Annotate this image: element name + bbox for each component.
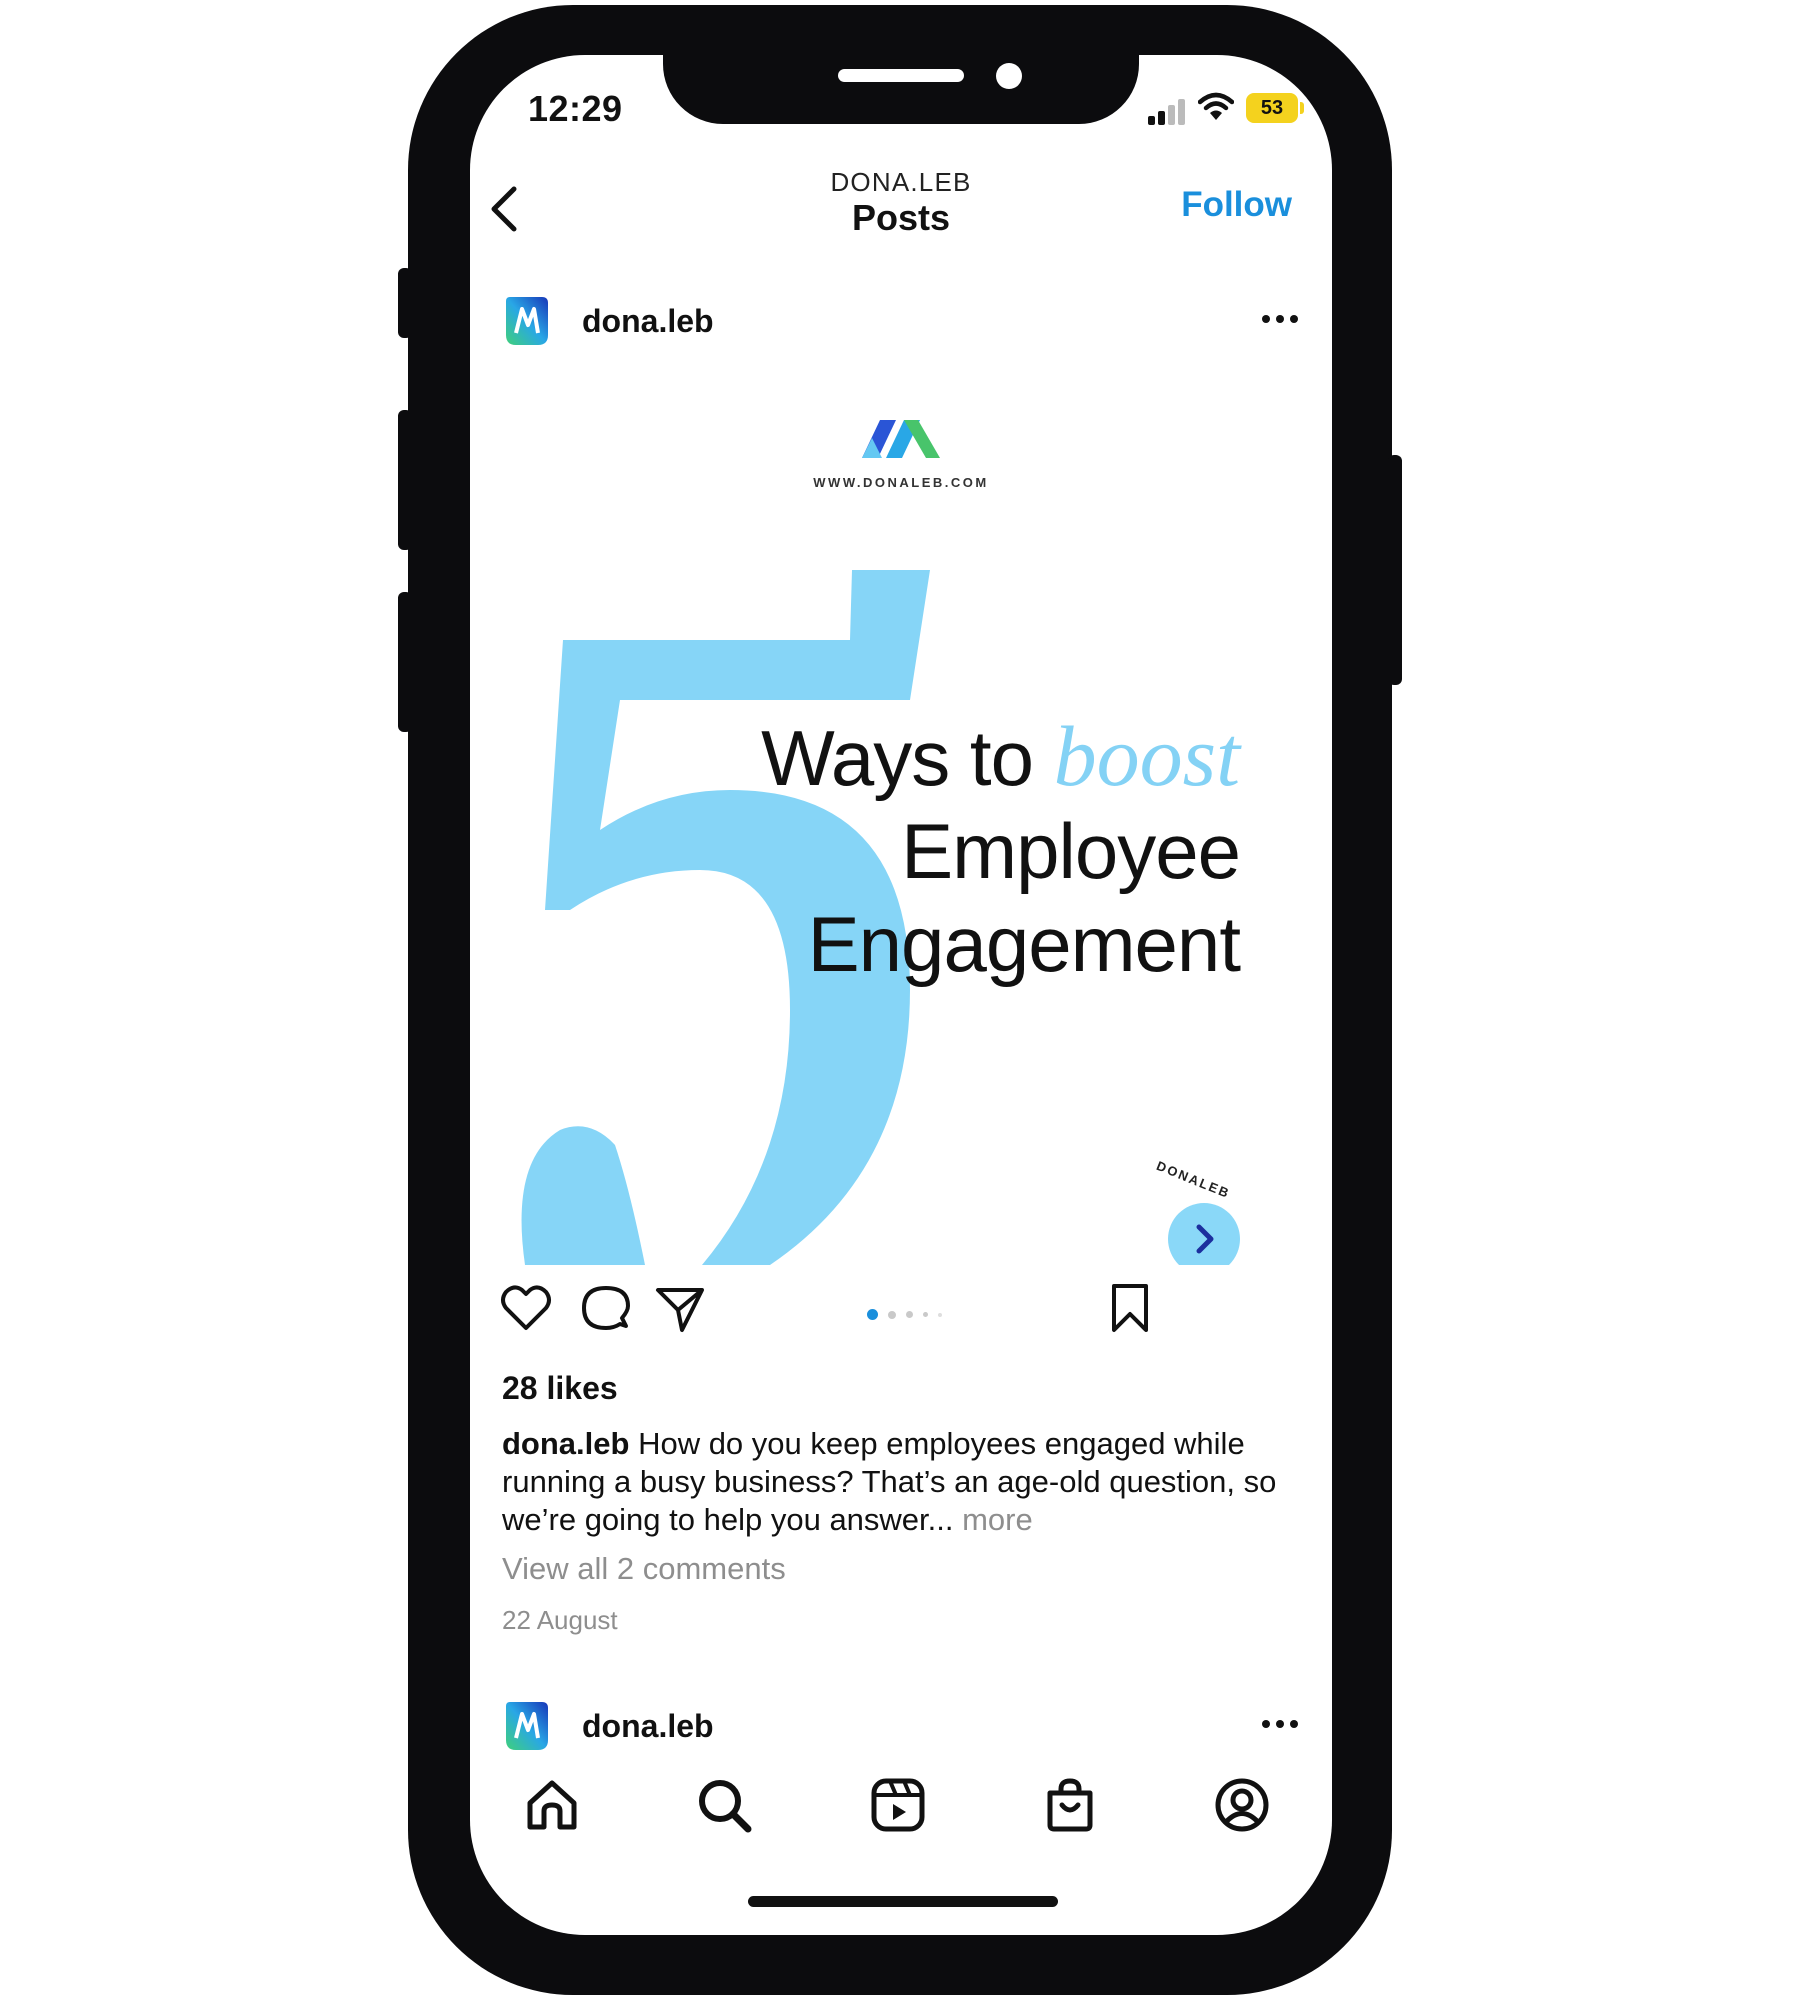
avatar[interactable]: [502, 1700, 550, 1752]
phone-button-silent: [398, 268, 412, 338]
view-comments-link[interactable]: View all 2 comments: [502, 1551, 786, 1587]
caption-username[interactable]: dona.leb: [502, 1426, 629, 1461]
chevron-right-icon: [1196, 1224, 1214, 1254]
home-indicator[interactable]: [748, 1896, 1058, 1907]
speaker-grille: [838, 69, 964, 82]
profile-icon[interactable]: [1212, 1775, 1272, 1835]
likes-count[interactable]: 28 likes: [502, 1370, 618, 1407]
headline-line3: Engagement: [807, 900, 1241, 988]
post-header: dona.leb: [470, 285, 1332, 355]
reels-icon[interactable]: [868, 1775, 928, 1835]
post-username[interactable]: dona.leb: [582, 303, 714, 340]
next-post-header: dona.leb: [470, 1690, 1332, 1760]
headline-line2: Employee: [901, 807, 1241, 895]
notch: [663, 55, 1139, 124]
follow-button[interactable]: Follow: [1181, 185, 1292, 225]
headline: Ways to boost Employee Engagement: [761, 708, 1241, 991]
next-slide-button[interactable]: [1168, 1203, 1240, 1265]
heart-icon[interactable]: [498, 1280, 554, 1336]
front-camera: [996, 63, 1022, 89]
screen: 12:29 53 DONA.LEB Posts Follow dona.leb …: [470, 55, 1332, 1935]
phone-button-power: [1388, 455, 1402, 685]
battery-icon: 53: [1246, 93, 1298, 123]
battery-tip: [1300, 102, 1304, 114]
caption-more-link[interactable]: more: [954, 1502, 1033, 1537]
shop-icon[interactable]: [1040, 1775, 1100, 1835]
status-time: 12:29: [528, 88, 623, 129]
comment-icon[interactable]: [578, 1280, 634, 1336]
share-icon[interactable]: [652, 1280, 708, 1336]
more-horizontal-icon[interactable]: [1260, 311, 1300, 327]
wifi-icon: [1198, 92, 1234, 120]
home-icon[interactable]: [522, 1775, 582, 1835]
headline-boost: boost: [1053, 708, 1240, 804]
post-image[interactable]: WWW.DONALEB.COM Ways to boost Employee E…: [470, 370, 1332, 1265]
avatar[interactable]: [502, 295, 550, 347]
search-icon[interactable]: [694, 1775, 754, 1835]
more-horizontal-icon[interactable]: [1260, 1716, 1300, 1732]
next-post-username[interactable]: dona.leb: [582, 1708, 714, 1745]
post-caption: dona.leb How do you keep employees engag…: [502, 1425, 1302, 1539]
post-date: 22 August: [502, 1605, 618, 1635]
carousel-indicator: [867, 1306, 952, 1324]
phone-button-volume-down: [398, 592, 412, 732]
phone-button-volume-up: [398, 410, 412, 550]
bookmark-icon[interactable]: [1102, 1280, 1158, 1336]
stage: 12:29 53 DONA.LEB Posts Follow dona.leb …: [0, 0, 1800, 2000]
headline-line1-a: Ways to: [761, 714, 1054, 802]
signal-icon: [1148, 97, 1188, 125]
